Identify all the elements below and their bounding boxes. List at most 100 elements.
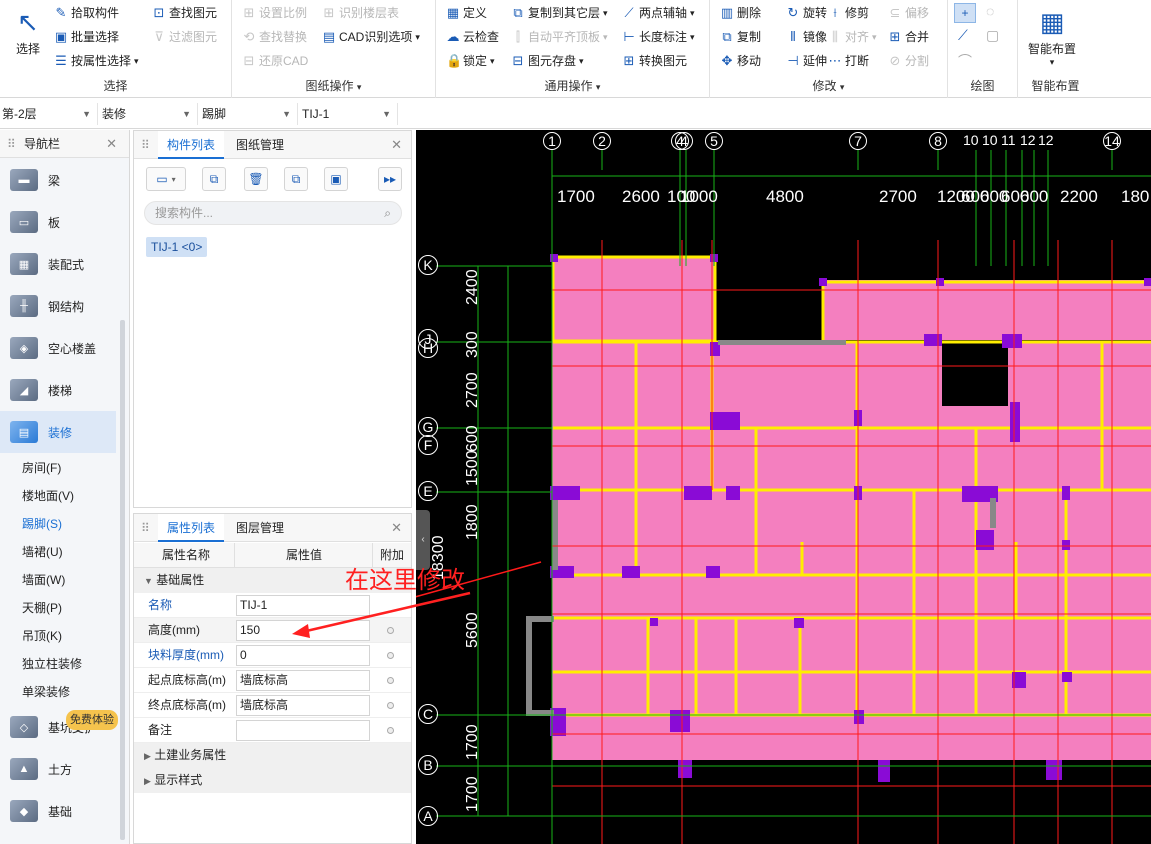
lock-button[interactable]: 🔒 锁定 ▾ (446, 51, 495, 71)
sub-item-column-decoration[interactable]: 独立柱装修 (0, 650, 116, 678)
rotate-button[interactable]: ↻ 旋转 (786, 3, 827, 23)
arc-draw-icon[interactable]: ⌒ (958, 51, 972, 71)
remark-field[interactable] (236, 720, 370, 741)
dimension-label: 600 (464, 425, 481, 452)
tab-drawing-management[interactable]: 图纸管理 (234, 131, 286, 159)
section-display-style[interactable]: ▶ 显示样式 (134, 768, 411, 793)
sub-item-wall-face[interactable]: 墙面(W) (0, 566, 116, 594)
nav-item-hollow-floor[interactable]: ◈ 空心楼盖 (0, 327, 116, 369)
set-scale-button[interactable]: ⊞ 设置比例 (242, 3, 307, 23)
close-icon[interactable]: ✕ (106, 130, 117, 158)
nav-item-slab[interactable]: ▭ 板 (0, 201, 116, 243)
copy-button[interactable]: ⧉ 复制 (720, 27, 761, 47)
height-field[interactable]: 150 (236, 620, 370, 641)
component-select[interactable]: TIJ-1 ▼ (300, 103, 398, 125)
tile-thickness-field[interactable]: 0 (236, 645, 370, 666)
attach-checkbox[interactable] (387, 677, 394, 684)
import-component-button[interactable]: ▣ (324, 167, 348, 191)
new-icon: ▭ (156, 172, 168, 186)
dimension-label: 2400 (464, 269, 481, 305)
attach-checkbox[interactable] (387, 627, 394, 634)
close-icon[interactable]: ✕ (391, 514, 402, 542)
rect-draw-icon[interactable]: ▢ (986, 27, 999, 44)
nav-item-earthwork[interactable]: ▲ 土方 (0, 748, 116, 790)
batch-select-button[interactable]: ▣ 批量选择 (54, 27, 119, 47)
nav-item-decoration[interactable]: ▤ 装修 (0, 411, 116, 453)
move-button[interactable]: ✥ 移动 (720, 51, 761, 71)
find-replace-button[interactable]: ⟲ 查找替换 (242, 27, 307, 47)
nav-scrollbar[interactable] (120, 320, 125, 840)
nav-item-stairs[interactable]: ◢ 楼梯 (0, 369, 116, 411)
extend-button[interactable]: ⊣ 延伸 (786, 51, 827, 71)
type-select[interactable]: 踢脚 ▼ (200, 103, 298, 125)
select-by-attr-button[interactable]: ☰ 按属性选择 ▾ (54, 51, 138, 71)
name-field[interactable]: TIJ-1 (236, 595, 370, 616)
start-elevation-field[interactable]: 墙底标高 (236, 670, 370, 691)
cad-recognize-options-button[interactable]: ▤ CAD识别选项 ▾ (322, 27, 420, 47)
drag-handle-icon[interactable]: ⠿ (141, 131, 150, 159)
length-dimension-button[interactable]: ⊢ 长度标注 ▾ (622, 27, 694, 47)
cad-drawing-canvas[interactable]: 1 2 4 4 5 7 8 10 10 11 12 12 14 1700 260… (416, 130, 1151, 844)
restore-cad-button[interactable]: ⊟ 还原CAD (242, 51, 309, 71)
component-item-tij1[interactable]: TIJ-1 <0> (146, 237, 208, 257)
break-button[interactable]: ⋯ 打断 (828, 51, 870, 71)
sub-item-beam-decoration[interactable]: 单梁装修 (0, 678, 116, 706)
merge-button[interactable]: ⊞ 合并 (888, 27, 929, 47)
line-draw-icon[interactable]: ⟋ (958, 27, 968, 44)
duplicate-component-button[interactable]: ⧉ (284, 167, 308, 191)
component-search-input[interactable]: 搜索构件... ⌕ (144, 201, 402, 225)
filter-element-button[interactable]: ⊽ 过滤图元 (152, 27, 217, 47)
convert-element-button[interactable]: ⊞ 转换图元 (622, 51, 687, 71)
attach-checkbox[interactable] (387, 652, 394, 659)
offset-button[interactable]: ⊆ 偏移 (888, 3, 929, 23)
trim-button[interactable]: ⟊ 修剪 (828, 3, 869, 23)
attach-checkbox[interactable] (387, 702, 394, 709)
tab-component-list[interactable]: 构件列表 (158, 131, 225, 159)
free-trial-badge[interactable]: 免费体验 (66, 710, 118, 730)
attach-checkbox[interactable] (387, 727, 394, 734)
copy-component-button[interactable]: ⧉ (202, 167, 226, 191)
dimension-label: 1500 (464, 450, 481, 486)
select-button[interactable]: ↖ 选择 (8, 4, 48, 57)
tab-property-list[interactable]: 属性列表 (158, 514, 225, 542)
sub-item-suspended-ceiling[interactable]: 吊顶(K) (0, 622, 116, 650)
copy-to-other-layer-button[interactable]: ⧉ 复制到其它层 ▾ (511, 3, 607, 23)
point-draw-icon[interactable]: + (954, 3, 976, 23)
end-elevation-field[interactable]: 墙底标高 (236, 695, 370, 716)
tab-layer-management[interactable]: 图层管理 (234, 514, 286, 542)
auto-align-top-button[interactable]: ⫿ 自动平齐顶板 ▾ (511, 27, 608, 47)
save-element-button[interactable]: ⊟ 图元存盘 ▾ (511, 51, 584, 71)
nav-item-beam[interactable]: ▬ 梁 (0, 159, 116, 201)
new-component-button[interactable]: ▭ ▾ (146, 167, 186, 191)
align-button[interactable]: ⫼ 对齐 ▾ (828, 27, 877, 47)
sub-item-dado[interactable]: 墙裙(U) (0, 538, 116, 566)
define-button[interactable]: ▦ 定义 (446, 3, 487, 23)
find-element-button[interactable]: ⊡ 查找图元 (152, 3, 217, 23)
category-select[interactable]: 装修 ▼ (100, 103, 198, 125)
delete-button[interactable]: ▥ 删除 (720, 3, 761, 23)
drag-handle-icon[interactable]: ⠿ (7, 130, 16, 158)
drag-handle-icon[interactable]: ⠿ (141, 514, 150, 542)
mirror-button[interactable]: ⫴ 镜像 (786, 27, 827, 47)
two-point-axis-button[interactable]: ⟋ 两点辅轴 ▾ (622, 3, 694, 23)
dimension-label: 1800 (464, 504, 481, 540)
section-civil-properties[interactable]: ▶ 土建业务属性 (134, 743, 411, 768)
circle-draw-icon[interactable]: ◌ (986, 3, 994, 19)
close-icon[interactable]: ✕ (391, 131, 402, 159)
sub-item-ceiling[interactable]: 天棚(P) (0, 594, 116, 622)
cloud-check-button[interactable]: ☁ 云检查 (446, 27, 500, 47)
nav-item-foundation[interactable]: ◆ 基础 (0, 790, 116, 832)
group-title-modify: 修改 ▾ (812, 79, 845, 93)
sub-item-floor[interactable]: 楼地面(V) (0, 482, 116, 510)
split-button[interactable]: ⊘ 分割 (888, 51, 929, 71)
nav-item-prefab[interactable]: ▦ 装配式 (0, 243, 116, 285)
recognize-floor-table-button[interactable]: ⊞ 识别楼层表 (322, 3, 399, 23)
nav-item-steel[interactable]: ╫ 钢结构 (0, 285, 116, 327)
sub-item-room[interactable]: 房间(F) (0, 454, 116, 482)
delete-component-button[interactable]: 🗑 (244, 167, 268, 191)
expand-panel-button[interactable]: ▸▸ (378, 167, 402, 191)
smart-layout-button[interactable]: ▦ 智能布置 ▾ (1022, 4, 1082, 68)
sub-item-skirting[interactable]: 踢脚(S) (0, 510, 116, 538)
pick-component-button[interactable]: ✎ 拾取构件 (54, 3, 119, 23)
floor-select[interactable]: 第-2层 ▼ (0, 103, 98, 125)
